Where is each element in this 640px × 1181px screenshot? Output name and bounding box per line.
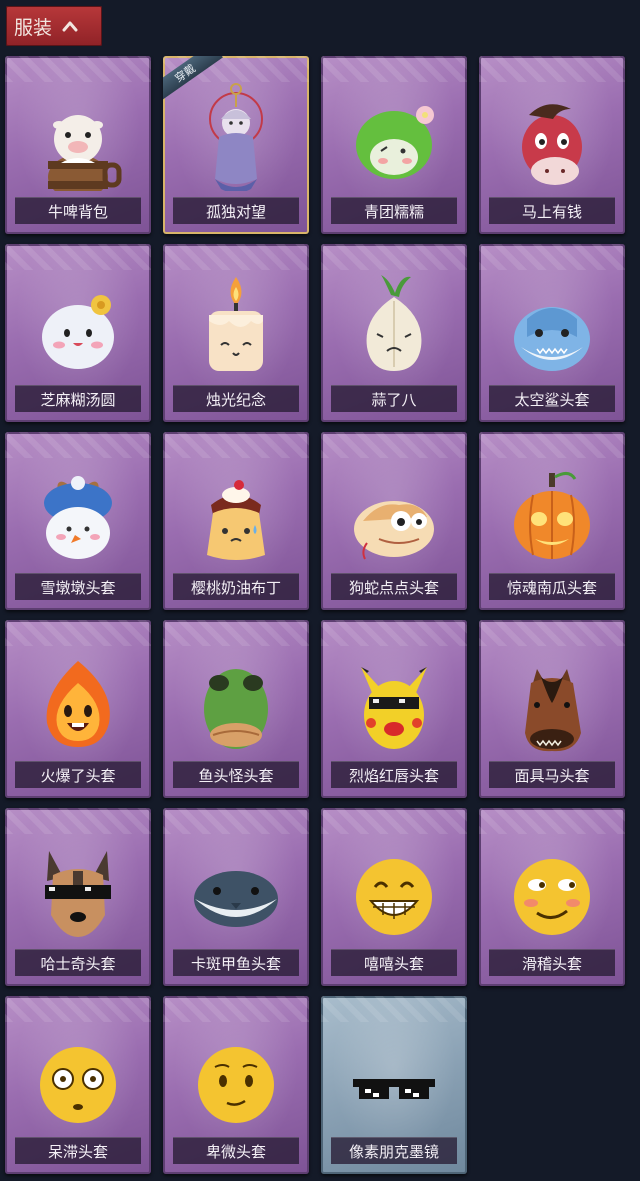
- outfit-name: 芝麻糊汤圆: [15, 385, 141, 412]
- outfit-name: 像素朋克墨镜: [331, 1137, 457, 1164]
- outfit-name: 滑稽头套: [489, 949, 615, 976]
- outfit-name: 青团糯糯: [331, 197, 457, 224]
- red-horse-icon: [522, 104, 582, 185]
- snake-head-icon: [354, 501, 434, 560]
- outfit-card[interactable]: 樱桃奶油布丁: [163, 432, 309, 610]
- snowman-head-icon: [44, 476, 112, 559]
- outfit-name: 太空鲨头套: [489, 385, 615, 412]
- outfit-card[interactable]: 烈焰红唇头套: [321, 620, 467, 798]
- category-tab-clothing[interactable]: 服装: [6, 6, 102, 46]
- outfit-card[interactable]: 面具马头套: [479, 620, 625, 798]
- shark-head-icon: [514, 307, 590, 371]
- outfit-card[interactable]: 鱼头怪头套: [163, 620, 309, 798]
- outfit-name: 鱼头怪头套: [173, 761, 299, 788]
- outfit-name: 火爆了头套: [15, 761, 141, 788]
- funny-emoji-icon: [514, 859, 590, 935]
- outfit-card[interactable]: 雪墩墩头套: [5, 432, 151, 610]
- outfit-name: 呆滞头套: [15, 1137, 141, 1164]
- humble-emoji-icon: [198, 1047, 274, 1123]
- outfit-name: 牛啤背包: [15, 197, 141, 224]
- fire-head-icon: [46, 661, 110, 747]
- horse-mask-icon: [525, 669, 581, 752]
- outfit-name: 烈焰红唇头套: [331, 761, 457, 788]
- pudding-icon: [207, 480, 265, 560]
- outfit-name: 孤独对望: [173, 197, 299, 224]
- outfit-name: 马上有钱: [489, 197, 615, 224]
- outfit-name: 樱桃奶油布丁: [173, 573, 299, 600]
- outfit-name: 卑微头套: [173, 1137, 299, 1164]
- green-dumpling-icon: [356, 106, 434, 179]
- pumpkin-head-icon: [514, 472, 590, 559]
- outfit-card[interactable]: 青团糯糯: [321, 56, 467, 234]
- outfit-card[interactable]: 穿戴 孤独对望: [163, 56, 309, 234]
- category-title: 服装: [14, 16, 53, 39]
- outfit-card[interactable]: 蒜了八: [321, 244, 467, 422]
- outfit-card[interactable]: 呆滞头套: [5, 996, 151, 1174]
- chevron-up-icon: [62, 21, 78, 32]
- outfit-card[interactable]: 芝麻糊汤圆: [5, 244, 151, 422]
- cow-beer-barrel-icon: [48, 115, 122, 191]
- outfit-card[interactable]: 卑微头套: [163, 996, 309, 1174]
- outfit-name: 惊魂南瓜头套: [489, 573, 615, 600]
- outfit-card[interactable]: 像素朋克墨镜: [321, 996, 467, 1174]
- grin-emoji-icon: [356, 859, 432, 935]
- outfit-name: 狗蛇点点头套: [331, 573, 457, 600]
- whale-head-icon: [194, 871, 278, 927]
- fish-head-icon: [204, 669, 268, 749]
- outfit-card[interactable]: 马上有钱: [479, 56, 625, 234]
- outfit-name: 蒜了八: [331, 385, 457, 412]
- pixel-sunglasses-icon: [353, 1079, 435, 1099]
- outfit-card[interactable]: 太空鲨头套: [479, 244, 625, 422]
- outfit-card[interactable]: 卡斑甲鱼头套: [163, 808, 309, 986]
- outfit-card[interactable]: 嘻嘻头套: [321, 808, 467, 986]
- outfit-name: 哈士奇头套: [15, 949, 141, 976]
- white-rice-ball-icon: [42, 295, 114, 369]
- outfit-card[interactable]: 牛啤背包: [5, 56, 151, 234]
- outfit-name: 烛光纪念: [173, 385, 299, 412]
- outfit-name: 嘻嘻头套: [331, 949, 457, 976]
- candle-icon: [209, 277, 263, 371]
- pikachu-mask-icon: [361, 667, 427, 749]
- outfit-card[interactable]: 烛光纪念: [163, 244, 309, 422]
- husky-head-icon: [45, 851, 111, 937]
- outfit-card[interactable]: 狗蛇点点头套: [321, 432, 467, 610]
- garlic-icon: [366, 275, 422, 371]
- outfit-card[interactable]: 惊魂南瓜头套: [479, 432, 625, 610]
- outfit-name: 面具马头套: [489, 761, 615, 788]
- outfit-name: 卡斑甲鱼头套: [173, 949, 299, 976]
- figure-keychain-icon: [209, 83, 263, 191]
- outfit-card[interactable]: 滑稽头套: [479, 808, 625, 986]
- outfit-name: 雪墩墩头套: [15, 573, 141, 600]
- outfit-card[interactable]: 哈士奇头套: [5, 808, 151, 986]
- items-grid: 牛啤背包 穿戴 孤独对望 青团糯糯 马上有钱 芝麻糊汤圆 烛光纪念 蒜了八 太空…: [5, 56, 627, 1176]
- dazed-emoji-icon: [40, 1047, 116, 1123]
- outfit-card[interactable]: 火爆了头套: [5, 620, 151, 798]
